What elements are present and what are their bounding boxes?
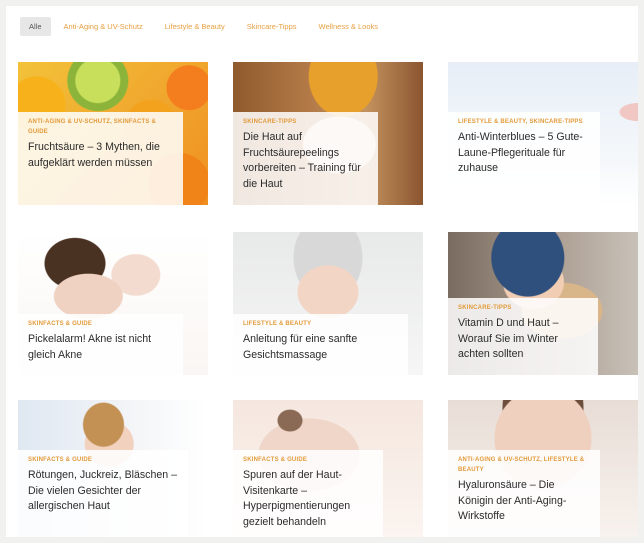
article-title[interactable]: Spuren auf der Haut-Visitenkarte – Hyper… xyxy=(243,468,375,530)
article-category[interactable]: Anti-Aging & UV-Schutz, Skinfacts & Guid… xyxy=(28,117,175,137)
article-title[interactable]: Fruchtsäure – 3 Mythen, die aufgeklärt w… xyxy=(28,140,175,171)
article-category[interactable]: Skinfacts & Guide xyxy=(28,319,175,329)
article-title[interactable]: Rötungen, Juckreiz, Bläschen – Die viele… xyxy=(28,468,180,515)
article-card[interactable]: Skincare-Tipps Vitamin D und Haut – Wora… xyxy=(448,232,638,375)
article-category[interactable]: Skincare-Tipps xyxy=(458,303,590,313)
article-overlay: Lifestyle & Beauty, Skincare-Tipps Anti-… xyxy=(448,112,600,205)
article-title[interactable]: Anti-Winterblues – 5 Gute-Laune-Pflegeri… xyxy=(458,130,592,177)
article-overlay: Skinfacts & Guide Rötungen, Juckreiz, Bl… xyxy=(18,450,188,537)
category-filter-bar: Alle Anti-Aging & UV-Schutz Lifestyle & … xyxy=(20,15,387,37)
article-card[interactable]: Lifestyle & Beauty Anleitung für eine sa… xyxy=(233,232,423,375)
article-card[interactable]: Skinfacts & Guide Pickelalarm! Akne ist … xyxy=(18,232,208,375)
blog-overview: Alle Anti-Aging & UV-Schutz Lifestyle & … xyxy=(6,6,638,537)
article-category[interactable]: Anti-Aging & UV-Schutz, Lifestyle & Beau… xyxy=(458,455,592,475)
article-title[interactable]: Hyaluronsäure – Die Königin der Anti-Agi… xyxy=(458,478,592,525)
article-card[interactable]: Anti-Aging & UV-Schutz, Skinfacts & Guid… xyxy=(18,62,208,205)
article-card[interactable]: Skinfacts & Guide Spuren auf der Haut-Vi… xyxy=(233,400,423,537)
article-overlay: Skincare-Tipps Vitamin D und Haut – Wora… xyxy=(448,298,598,375)
filter-skincare-tips[interactable]: Skincare-Tipps xyxy=(238,17,306,36)
article-category[interactable]: Lifestyle & Beauty xyxy=(243,319,400,329)
article-card[interactable]: Skinfacts & Guide Rötungen, Juckreiz, Bl… xyxy=(18,400,208,537)
filter-lifestyle[interactable]: Lifestyle & Beauty xyxy=(156,17,234,36)
article-overlay: Skincare-Tipps Die Haut auf Fruchtsäurep… xyxy=(233,112,378,205)
article-title[interactable]: Die Haut auf Fruchtsäurepeelings vorbere… xyxy=(243,130,370,192)
article-title[interactable]: Anleitung für eine sanfte Gesichtsmassag… xyxy=(243,332,400,363)
article-card[interactable]: Anti-Aging & UV-Schutz, Lifestyle & Beau… xyxy=(448,400,638,537)
article-category[interactable]: Skincare-Tipps xyxy=(243,117,370,127)
article-category[interactable]: Skinfacts & Guide xyxy=(243,455,375,465)
article-overlay: Anti-Aging & UV-Schutz, Skinfacts & Guid… xyxy=(18,112,183,205)
article-overlay: Lifestyle & Beauty Anleitung für eine sa… xyxy=(233,314,408,375)
article-category[interactable]: Lifestyle & Beauty, Skincare-Tipps xyxy=(458,117,592,127)
article-overlay: Skinfacts & Guide Spuren auf der Haut-Vi… xyxy=(233,450,383,537)
article-title[interactable]: Pickelalarm! Akne ist nicht gleich Akne xyxy=(28,332,175,363)
article-overlay: Anti-Aging & UV-Schutz, Lifestyle & Beau… xyxy=(448,450,600,537)
article-overlay: Skinfacts & Guide Pickelalarm! Akne ist … xyxy=(18,314,183,375)
article-title[interactable]: Vitamin D und Haut – Worauf Sie im Winte… xyxy=(458,316,590,363)
filter-wellness[interactable]: Wellness & Looks xyxy=(310,17,387,36)
article-card[interactable]: Lifestyle & Beauty, Skincare-Tipps Anti-… xyxy=(448,62,638,205)
article-card[interactable]: Skincare-Tipps Die Haut auf Fruchtsäurep… xyxy=(233,62,423,205)
filter-anti-aging[interactable]: Anti-Aging & UV-Schutz xyxy=(55,17,152,36)
filter-all[interactable]: Alle xyxy=(20,16,51,36)
article-category[interactable]: Skinfacts & Guide xyxy=(28,455,180,465)
